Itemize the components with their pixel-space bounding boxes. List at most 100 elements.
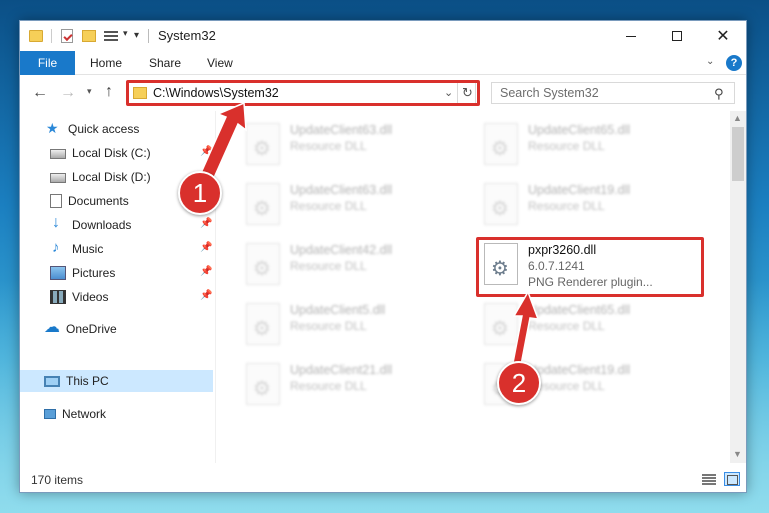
status-bar: 170 items <box>20 467 746 492</box>
navigation-pane: Quick access Local Disk (C:) 📌 Local Dis… <box>20 111 215 463</box>
item-count: 170 items <box>31 473 84 487</box>
title-bar: ▾ ▾ System32 ✕ <box>20 21 746 51</box>
tab-view[interactable]: View <box>207 56 233 70</box>
window-title: System32 <box>158 28 216 43</box>
close-button[interactable]: ✕ <box>700 21 746 51</box>
file-item[interactable]: UpdateClient63.dll Resource DLL <box>240 119 470 169</box>
file-item[interactable]: UpdateClient65.dll Resource DLL <box>478 119 708 169</box>
dll-file-icon <box>484 123 518 165</box>
sidebar-item-label: Downloads <box>72 218 132 232</box>
minimize-icon <box>626 35 636 37</box>
music-icon <box>50 239 66 256</box>
tab-file[interactable]: File <box>20 51 75 75</box>
file-item[interactable]: UpdateClient65.dll Resource DLL <box>478 299 708 349</box>
file-type: Resource DLL <box>290 319 367 333</box>
file-type: Resource DLL <box>528 139 605 153</box>
sidebar-item-quick-access[interactable]: Quick access <box>20 118 215 140</box>
dll-file-icon <box>246 243 280 285</box>
network-icon <box>44 409 56 419</box>
tab-home[interactable]: Home <box>90 56 122 70</box>
file-type: Resource DLL <box>290 199 367 213</box>
large-icons-view-icon[interactable] <box>724 472 740 486</box>
sidebar-item-onedrive[interactable]: OneDrive <box>20 317 215 340</box>
dll-file-icon <box>246 183 280 225</box>
file-name: UpdateClient65.dll <box>528 303 631 317</box>
file-name: UpdateClient63.dll <box>290 123 393 137</box>
expand-ribbon-icon[interactable]: ⌄ <box>706 56 714 67</box>
pin-icon: 📌 <box>200 146 213 157</box>
sidebar-item-label: Music <box>72 242 104 256</box>
pc-icon <box>44 375 60 387</box>
sidebar-item-downloads[interactable]: Downloads 📌 <box>20 214 215 236</box>
search-placeholder: Search System32 <box>500 86 599 100</box>
file-highlight <box>476 237 704 297</box>
back-arrow-icon[interactable]: ← <box>32 84 48 102</box>
file-item[interactable]: UpdateClient19.dll Resource DLL <box>478 179 708 229</box>
dll-file-icon <box>484 303 518 345</box>
dll-file-icon <box>246 363 280 405</box>
file-name: UpdateClient5.dll <box>290 303 386 317</box>
tab-share[interactable]: Share <box>149 56 181 70</box>
sidebar-item-label: Local Disk (D:) <box>72 170 151 184</box>
recent-locations-icon[interactable]: ▾ <box>87 86 92 97</box>
sidebar-item-local-disk-c[interactable]: Local Disk (C:) 📌 <box>20 142 215 164</box>
documents-icon <box>50 194 62 208</box>
maximize-icon <box>672 31 682 41</box>
file-name: UpdateClient19.dll <box>528 363 631 377</box>
pin-icon: 📌 <box>200 266 213 277</box>
sidebar-item-label: This PC <box>66 374 109 388</box>
pin-icon: 📌 <box>200 242 213 253</box>
file-item[interactable]: UpdateClient63.dll Resource DLL <box>240 179 470 229</box>
details-view-icon[interactable] <box>702 473 716 485</box>
onedrive-icon <box>44 317 60 337</box>
pin-icon: 📌 <box>200 290 213 301</box>
customize-toolbar-icon[interactable] <box>104 29 118 43</box>
pin-icon: 📌 <box>200 218 213 229</box>
new-folder-icon[interactable] <box>82 30 96 42</box>
close-icon: ✕ <box>716 28 730 45</box>
sidebar-item-music[interactable]: Music 📌 <box>20 238 215 260</box>
file-name: UpdateClient63.dll <box>290 183 393 197</box>
sidebar-item-network[interactable]: Network <box>20 403 215 425</box>
chevron-down-icon[interactable]: ▾ <box>123 28 128 46</box>
search-icon[interactable]: ⚲ <box>714 86 724 102</box>
scroll-thumb[interactable] <box>732 127 744 181</box>
sidebar-item-label: Quick access <box>68 122 140 136</box>
file-type: Resource DLL <box>290 379 367 393</box>
dll-file-icon <box>484 183 518 225</box>
file-type: Resource DLL <box>528 199 605 213</box>
ribbon-tabs: File Home Share View ⌄ ? <box>20 51 746 75</box>
sidebar-item-label: Network <box>62 407 107 421</box>
dll-file-icon <box>246 303 280 345</box>
sidebar-item-videos[interactable]: Videos 📌 <box>20 286 215 308</box>
file-type: Resource DLL <box>290 139 367 153</box>
file-name: UpdateClient21.dll <box>290 363 393 377</box>
disk-icon <box>50 173 66 183</box>
address-bar-highlight <box>126 80 480 106</box>
scroll-down-icon[interactable]: ▼ <box>733 449 742 459</box>
file-name: UpdateClient42.dll <box>290 243 393 257</box>
search-input[interactable]: Search System32 ⚲ <box>491 82 735 104</box>
sidebar-item-pictures[interactable]: Pictures 📌 <box>20 262 215 284</box>
forward-arrow-icon[interactable]: → <box>60 84 76 102</box>
scroll-up-icon[interactable]: ▲ <box>733 113 742 123</box>
file-item[interactable]: UpdateClient42.dll Resource DLL <box>240 239 470 289</box>
quick-access-menu-icon[interactable]: ▾ <box>134 30 139 48</box>
downloads-icon <box>50 214 66 232</box>
minimize-button[interactable] <box>608 21 654 51</box>
file-type: Resource DLL <box>290 259 367 273</box>
sidebar-item-label: Pictures <box>72 266 116 280</box>
file-type: Resource DLL <box>528 319 605 333</box>
file-item[interactable]: UpdateClient5.dll Resource DLL <box>240 299 470 349</box>
callout-badge-1: 1 <box>178 171 222 215</box>
help-icon[interactable]: ? <box>726 55 742 71</box>
disk-icon <box>50 149 66 159</box>
file-item[interactable]: UpdateClient21.dll Resource DLL <box>240 359 470 409</box>
sidebar-item-this-pc[interactable]: This PC <box>20 370 213 392</box>
vertical-scrollbar[interactable]: ▲ ▼ <box>730 111 746 463</box>
maximize-button[interactable] <box>654 21 700 51</box>
up-arrow-icon[interactable]: ↑ <box>105 83 113 101</box>
videos-icon <box>50 290 66 304</box>
sidebar-item-label: Local Disk (C:) <box>72 146 151 160</box>
properties-icon[interactable] <box>61 29 73 43</box>
